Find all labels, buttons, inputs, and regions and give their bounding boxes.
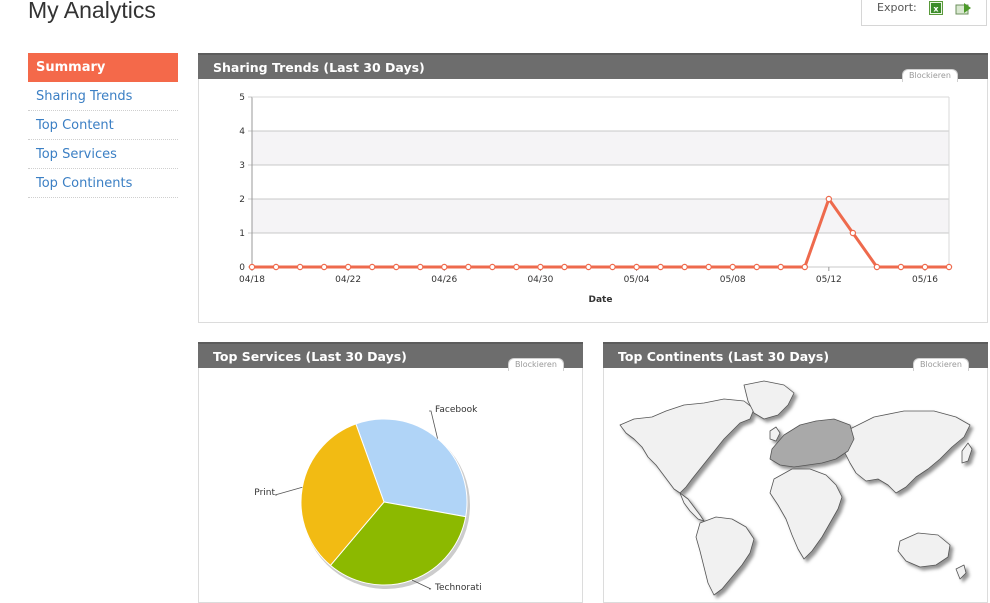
data-point xyxy=(801,263,808,271)
export-label: Export: xyxy=(877,1,917,14)
x-tick-label: 04/30 xyxy=(527,275,553,285)
data-point xyxy=(489,263,496,271)
y-tick-label: 2 xyxy=(239,195,245,205)
x-tick-label: 04/26 xyxy=(431,275,457,285)
y-tick-label: 3 xyxy=(239,161,245,171)
data-point xyxy=(393,263,400,271)
data-point xyxy=(609,263,616,271)
data-point xyxy=(344,263,352,271)
y-tick-label: 4 xyxy=(239,127,245,137)
data-point xyxy=(705,263,712,271)
continent-europe xyxy=(769,418,855,468)
data-point xyxy=(441,263,448,271)
pie-leader xyxy=(411,579,432,590)
y-tick-label: 5 xyxy=(239,93,245,103)
excel-export-icon[interactable]: x xyxy=(929,1,943,15)
export-toolbar: Export: x xyxy=(861,0,987,26)
data-point xyxy=(368,263,376,271)
sidebar-item-summary[interactable]: Summary xyxy=(28,53,178,82)
download-export-icon[interactable] xyxy=(955,1,973,15)
data-point xyxy=(585,263,592,271)
data-point xyxy=(417,263,424,271)
continent-south-america xyxy=(695,516,755,596)
data-point xyxy=(561,263,568,271)
data-point xyxy=(777,263,784,271)
x-tick-label: 04/22 xyxy=(335,275,361,285)
y-tick-label: 1 xyxy=(239,229,245,239)
data-point xyxy=(849,229,857,237)
data-point xyxy=(873,263,881,271)
x-tick-label: 04/18 xyxy=(239,275,265,285)
data-point xyxy=(945,263,953,271)
pie-label: Technorati xyxy=(434,583,482,593)
world-map xyxy=(619,380,973,596)
svg-text:x: x xyxy=(933,5,939,14)
data-point xyxy=(248,263,256,271)
pie-label: Print xyxy=(254,488,275,498)
pie-leader xyxy=(274,486,303,496)
top-services-pie-chart: Facebook Technorati Print xyxy=(254,405,482,593)
sidebar-item-sharing-trends[interactable]: Sharing Trends xyxy=(28,82,178,111)
continent-asia xyxy=(843,410,971,494)
data-point xyxy=(825,195,833,203)
top-continents-panel: Top Continents (Last 30 Days) Blockieren xyxy=(603,342,988,603)
x-tick-label: 05/04 xyxy=(624,275,650,285)
x-tick-label: 05/08 xyxy=(720,275,746,285)
x-axis-label: Date xyxy=(589,295,613,305)
continent-central-america xyxy=(679,492,705,522)
sharing-trends-panel: Sharing Trends (Last 30 Days) Blockieren… xyxy=(198,53,988,323)
top-services-panel: Top Services (Last 30 Days) Blockieren F… xyxy=(198,342,583,603)
continent-new-zealand xyxy=(955,564,967,580)
data-point xyxy=(753,263,760,271)
sidebar-item-top-services[interactable]: Top Services xyxy=(28,140,178,169)
data-point xyxy=(272,263,280,271)
continent-africa xyxy=(769,468,843,560)
data-point xyxy=(465,263,472,271)
page-title: My Analytics xyxy=(28,0,156,23)
pie-label: Facebook xyxy=(435,405,478,415)
x-tick-label: 05/12 xyxy=(816,275,842,285)
data-point xyxy=(921,263,929,271)
x-tick-label: 05/16 xyxy=(912,275,938,285)
continent-uk xyxy=(769,426,781,442)
sidebar-nav: Summary Sharing Trends Top Content Top S… xyxy=(28,53,178,198)
data-point xyxy=(296,263,304,271)
sharing-trends-header: Sharing Trends (Last 30 Days) xyxy=(198,53,988,79)
y-tick-label: 0 xyxy=(239,263,245,273)
grid-band xyxy=(252,131,949,165)
continent-north-america xyxy=(619,398,755,494)
data-point xyxy=(657,263,664,271)
continent-australia xyxy=(897,532,951,568)
sidebar-item-top-continents[interactable]: Top Continents xyxy=(28,169,178,198)
grid-band xyxy=(252,199,949,233)
data-point xyxy=(537,263,544,271)
sidebar-item-top-content[interactable]: Top Content xyxy=(28,111,178,140)
data-point xyxy=(513,263,520,271)
continent-japan xyxy=(961,442,973,464)
data-point xyxy=(681,263,688,271)
sharing-trends-line-chart: 0 1 2 3 4 5 04/18 04/22 04/26 04/30 05/04 05/08 05/1… xyxy=(239,93,953,305)
data-point xyxy=(897,263,905,271)
data-point xyxy=(729,263,736,271)
data-point xyxy=(320,263,328,271)
data-point xyxy=(633,263,640,271)
